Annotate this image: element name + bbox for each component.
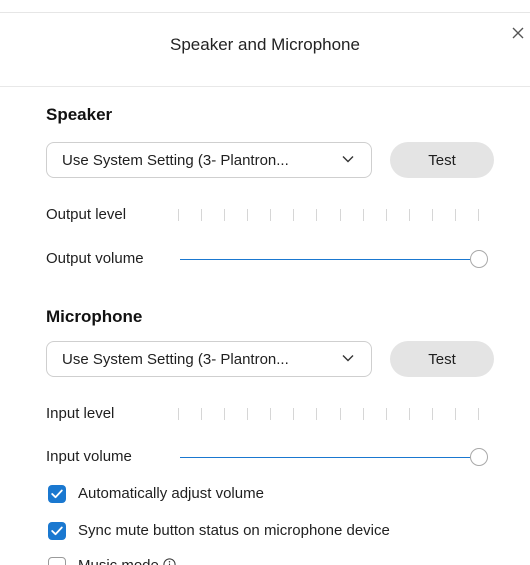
auto-adjust-volume-checkbox[interactable] — [48, 485, 66, 503]
level-tick — [363, 209, 364, 221]
output-level-label: Output level — [46, 206, 127, 223]
level-tick — [478, 209, 479, 221]
input-volume-slider[interactable] — [180, 448, 488, 468]
level-tick — [293, 408, 294, 420]
checkmark-icon — [51, 526, 63, 536]
music-mode-label: Music mode — [78, 557, 159, 565]
level-tick — [363, 408, 364, 420]
checkmark-icon — [51, 489, 63, 499]
input-level-label: Input level — [46, 405, 115, 422]
level-tick — [270, 408, 271, 420]
close-icon — [512, 27, 524, 39]
level-tick — [432, 209, 433, 221]
level-tick — [340, 408, 341, 420]
level-tick — [316, 408, 317, 420]
level-tick — [224, 209, 225, 221]
level-tick — [201, 408, 202, 420]
input-level-meter — [178, 408, 479, 420]
output-volume-track — [180, 259, 470, 260]
speaker-device-value: Use System Setting (3- Plantron... — [62, 152, 289, 169]
info-circle-icon[interactable] — [163, 558, 176, 565]
music-mode-checkbox[interactable] — [48, 557, 66, 565]
output-volume-thumb[interactable] — [470, 250, 488, 268]
close-button[interactable] — [508, 23, 530, 45]
level-tick — [247, 408, 248, 420]
microphone-device-select[interactable]: Use System Setting (3- Plantron... — [46, 341, 372, 377]
level-tick — [270, 209, 271, 221]
level-tick — [340, 209, 341, 221]
input-volume-label: Input volume — [46, 448, 132, 465]
output-volume-slider[interactable] — [180, 250, 488, 270]
level-tick — [224, 408, 225, 420]
microphone-device-value: Use System Setting (3- Plantron... — [62, 351, 289, 368]
level-tick — [386, 408, 387, 420]
level-tick — [455, 408, 456, 420]
level-tick — [178, 408, 179, 420]
level-tick — [409, 209, 410, 221]
level-tick — [178, 209, 179, 221]
dialog-title: Speaker and Microphone — [170, 35, 360, 54]
output-volume-label: Output volume — [46, 250, 144, 267]
level-tick — [201, 209, 202, 221]
level-tick — [293, 209, 294, 221]
dialog-header: Speaker and Microphone — [0, 12, 530, 87]
chevron-down-icon — [342, 156, 354, 163]
speaker-device-select[interactable]: Use System Setting (3- Plantron... — [46, 142, 372, 178]
speaker-section-title: Speaker — [46, 105, 113, 124]
level-tick — [316, 209, 317, 221]
level-tick — [478, 408, 479, 420]
level-tick — [432, 408, 433, 420]
microphone-test-button[interactable]: Test — [390, 341, 494, 377]
level-tick — [386, 209, 387, 221]
sync-mute-label: Sync mute button status on microphone de… — [78, 522, 390, 539]
input-volume-track — [180, 457, 470, 458]
level-tick — [455, 209, 456, 221]
speaker-test-button[interactable]: Test — [390, 142, 494, 178]
microphone-section-title: Microphone — [46, 307, 143, 326]
chevron-down-icon — [342, 355, 354, 362]
level-tick — [409, 408, 410, 420]
music-mode-label-wrap: Music mode — [78, 557, 176, 565]
speaker-microphone-dialog: Speaker and Microphone Speaker Use Syste… — [0, 12, 530, 565]
sync-mute-checkbox[interactable] — [48, 522, 66, 540]
auto-adjust-volume-label: Automatically adjust volume — [78, 485, 264, 502]
output-level-meter — [178, 209, 479, 221]
input-volume-thumb[interactable] — [470, 448, 488, 466]
level-tick — [247, 209, 248, 221]
